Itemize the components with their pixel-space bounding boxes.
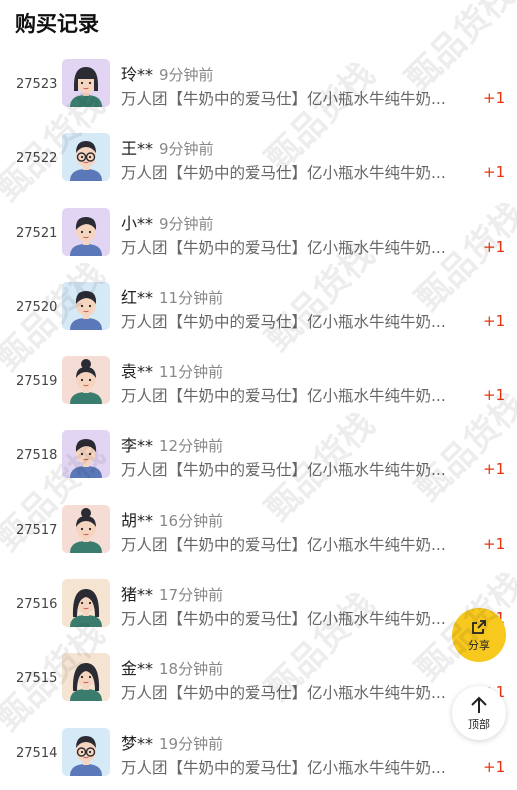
list-item[interactable]: 27515金**18分钟前万人团【牛奶中的爱马仕】亿小瓶水牛纯牛奶...+1	[0, 641, 517, 715]
buyer-info: 李** 12分钟前	[121, 432, 223, 456]
avatar	[62, 653, 110, 702]
avatar	[62, 207, 110, 256]
avatar	[62, 133, 110, 182]
avatar	[62, 281, 110, 330]
share-label: 分享	[468, 638, 490, 652]
quantity-badge: +1	[483, 89, 506, 107]
female-long-hair-icon	[62, 653, 110, 702]
quantity-badge: +1	[483, 386, 506, 405]
product-title: 万人团【牛奶中的爱马仕】亿小瓶水牛纯牛奶...	[121, 758, 446, 777]
share-icon	[472, 619, 486, 634]
product-title: 万人团【牛奶中的爱马仕】亿小瓶水牛纯牛奶...	[121, 535, 446, 554]
quantity-badge: +1	[483, 311, 506, 330]
purchase-time: 16分钟前	[159, 511, 224, 530]
buyer-name: 金**	[121, 659, 154, 679]
list-item[interactable]: 27517 胡** 16分钟前万人团【牛奶中的爱马仕】亿小瓶水牛纯牛奶... +1	[0, 493, 517, 567]
buyer-name: 玲**	[121, 65, 154, 84]
product-title: 万人团【牛奶中的爱马仕】亿小瓶水牛纯牛奶...	[121, 312, 446, 331]
list-item[interactable]: 27523 玲** 9分钟前万人团【牛奶中的爱马仕】亿小瓶水牛纯牛奶... +1	[0, 47, 517, 121]
avatar	[62, 356, 110, 405]
buyer-info: 猪** 17分钟前	[121, 581, 223, 605]
list-item[interactable]: 27522 王** 9分钟前万人团【牛奶中的爱马仕】亿小瓶水牛纯牛奶... +1	[0, 121, 517, 195]
record-number: 27515	[16, 671, 58, 687]
quantity-badge: +1	[483, 757, 506, 776]
arrow-up-icon	[471, 696, 487, 713]
product-title: 万人团【牛奶中的爱马仕】亿小瓶水牛纯牛奶...	[121, 164, 446, 183]
buyer-info: 小** 9分钟前	[121, 210, 214, 234]
buyer-name: 袁**	[121, 362, 154, 382]
back-to-top-label: 顶部	[468, 717, 490, 731]
list-item[interactable]: 27516猪**17分钟前万人团【牛奶中的爱马仕】亿小瓶水牛纯牛奶...+1	[0, 567, 517, 641]
buyer-info: 玲** 9分钟前	[121, 61, 214, 85]
list-item[interactable]: 27521 小** 9分钟前万人团【牛奶中的爱马仕】亿小瓶水牛纯牛奶... +1	[0, 196, 517, 270]
quantity-badge: +1	[483, 534, 506, 553]
back-to-top-button[interactable]: 顶部	[452, 686, 506, 740]
avatar	[62, 504, 110, 553]
buyer-name: 李**	[121, 436, 154, 456]
buyer-info: 金** 18分钟前	[121, 655, 223, 679]
record-number: 27517	[16, 522, 58, 538]
buyer-name: 猪**	[121, 585, 154, 605]
list-item[interactable]: 27520 红** 11分钟前万人团【牛奶中的爱马仕】亿小瓶水牛纯牛奶... +1	[0, 270, 517, 344]
female-long-hair-icon	[62, 579, 110, 628]
buyer-info: 红** 11分钟前	[121, 284, 223, 308]
buyer-info: 梦** 19分钟前	[121, 730, 223, 754]
avatar	[62, 430, 110, 479]
record-number: 27516	[16, 597, 58, 613]
record-number: 27523	[16, 77, 58, 92]
male-boy-icon	[62, 281, 110, 330]
record-number: 27520	[16, 299, 58, 315]
purchase-time: 17分钟前	[159, 586, 224, 605]
quantity-badge: +1	[483, 237, 506, 256]
purchase-time: 19分钟前	[159, 734, 224, 753]
purchase-time: 9分钟前	[159, 66, 214, 84]
share-button[interactable]: 分享	[452, 608, 506, 662]
record-number: 27514	[16, 745, 58, 761]
record-number: 27518	[16, 448, 58, 464]
avatar	[62, 579, 110, 628]
product-title: 万人团【牛奶中的爱马仕】亿小瓶水牛纯牛奶...	[121, 684, 446, 703]
buyer-info: 胡** 16分钟前	[121, 507, 223, 531]
buyer-name: 红**	[121, 287, 154, 307]
female-short-hair-icon	[62, 59, 110, 107]
buyer-info: 王** 9分钟前	[121, 135, 214, 159]
purchase-time: 11分钟前	[159, 363, 224, 382]
male-glasses-icon	[62, 727, 110, 776]
buyer-name: 梦**	[121, 733, 154, 753]
quantity-badge: +1	[483, 460, 506, 479]
product-title: 万人团【牛奶中的爱马仕】亿小瓶水牛纯牛奶...	[121, 238, 446, 257]
purchase-record-list: 27523 玲** 9分钟前 万人团【牛奶中的爱马仕】亿小瓶水牛纯牛奶... +1 275…	[0, 47, 517, 790]
female-bun-icon	[62, 356, 110, 405]
male-glasses-icon	[62, 133, 110, 182]
product-title: 万人团【牛奶中的爱马仕】亿小瓶水牛纯牛奶...	[121, 387, 446, 406]
page-title: 购买记录	[15, 12, 99, 36]
record-number: 27522	[16, 151, 58, 167]
record-number: 27521	[16, 225, 58, 241]
purchase-time: 12分钟前	[159, 437, 224, 456]
buyer-info: 袁** 11分钟前	[121, 358, 223, 382]
male-boy-icon	[62, 430, 110, 479]
buyer-name: 小**	[121, 213, 154, 233]
record-number: 27519	[16, 374, 58, 390]
purchase-time: 11分钟前	[159, 288, 224, 307]
female-bun-icon	[62, 504, 110, 553]
list-item[interactable]: 27519 袁** 11分钟前万人团【牛奶中的爱马仕】亿小瓶水牛纯牛奶... +1	[0, 344, 517, 418]
quantity-badge: +1	[483, 163, 506, 182]
avatar	[62, 727, 110, 776]
purchase-time: 9分钟前	[159, 140, 214, 159]
avatar	[62, 59, 110, 107]
purchase-time: 9分钟前	[159, 214, 214, 233]
list-item[interactable]: 27514 梦** 19分钟前万人团【牛奶中的爱马仕】亿小瓶水牛纯牛奶... +1	[0, 716, 517, 790]
product-title: 万人团【牛奶中的爱马仕】亿小瓶水牛纯牛奶...	[121, 90, 446, 108]
product-title: 万人团【牛奶中的爱马仕】亿小瓶水牛纯牛奶...	[121, 610, 446, 629]
list-item[interactable]: 27518 李** 12分钟前万人团【牛奶中的爱马仕】亿小瓶水牛纯牛奶... +1	[0, 418, 517, 492]
buyer-name: 胡**	[121, 510, 154, 530]
purchase-time: 18分钟前	[159, 660, 224, 679]
product-title: 万人团【牛奶中的爱马仕】亿小瓶水牛纯牛奶...	[121, 461, 446, 480]
male-boy-icon	[62, 207, 110, 256]
buyer-name: 王**	[121, 139, 154, 159]
